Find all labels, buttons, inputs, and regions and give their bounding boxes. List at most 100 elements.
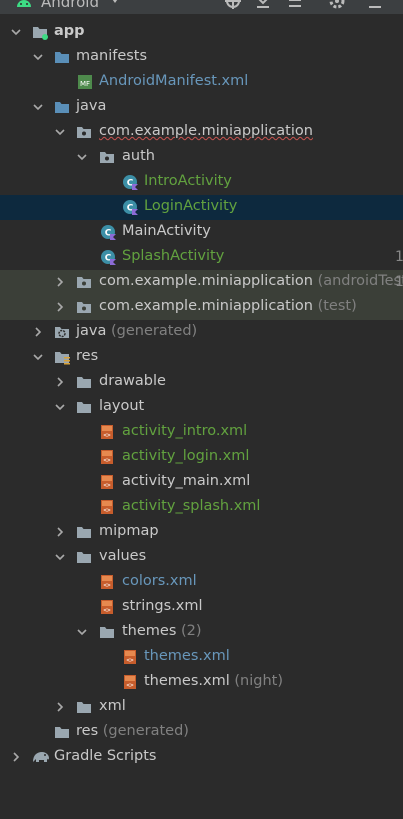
- android-icon: [17, 0, 31, 7]
- tree-label-intro-activity: IntroActivity: [144, 173, 232, 189]
- tree-node-manifests[interactable]: manifests: [0, 45, 403, 70]
- svg-text:<>: <>: [126, 657, 134, 664]
- tree-label-login-activity: LoginActivity: [144, 198, 238, 214]
- tree-label-package-main: com.example.miniapplication: [99, 123, 313, 139]
- tree-node-themes-xml[interactable]: <> themes.xml: [0, 645, 403, 670]
- kotlin-class-icon: C: [101, 250, 116, 265]
- tree-node-mipmap[interactable]: mipmap: [0, 520, 403, 545]
- tree-node-layout[interactable]: layout: [0, 395, 403, 420]
- folder-icon: [77, 402, 91, 413]
- tree-label-activity-splash: activity_splash.xml: [122, 498, 261, 514]
- tree-label-themes-night-xml: themes.xml (night): [144, 673, 283, 689]
- generated-folder-icon: [55, 327, 69, 338]
- tree-node-drawable[interactable]: drawable: [0, 370, 403, 395]
- tree-label-res-generated: res (generated): [76, 723, 189, 739]
- folder-icon: [77, 702, 91, 713]
- tree-label-themes: themes (2): [122, 623, 202, 639]
- tree-node-package-android-test[interactable]: com.example.miniapplication (androidTest…: [0, 270, 403, 295]
- tree-node-app[interactable]: app: [0, 20, 403, 45]
- tree-node-colors[interactable]: <> colors.xml: [0, 570, 403, 595]
- chevron-down-icon[interactable]: [77, 152, 87, 162]
- tree-node-strings[interactable]: <> strings.xml: [0, 595, 403, 620]
- tree-node-res-generated[interactable]: res (generated): [0, 720, 403, 745]
- svg-text:<>: <>: [103, 432, 111, 439]
- svg-text:<>: <>: [103, 507, 111, 514]
- xml-file-icon: <>: [101, 500, 113, 514]
- tree-node-activity-login[interactable]: <> activity_login.xml: [0, 445, 403, 470]
- tree-node-activity-main[interactable]: <> activity_main.xml: [0, 470, 403, 495]
- tree-label-main-activity: MainActivity: [122, 223, 211, 239]
- tree-label-package-android-test: com.example.miniapplication (androidTest: [99, 273, 403, 289]
- tree-label-res: res: [76, 348, 99, 364]
- folder-icon: [77, 527, 91, 538]
- gutter-line-number: 1: [395, 274, 403, 290]
- chevron-right-icon[interactable]: [55, 527, 65, 537]
- tree-label-activity-main: activity_main.xml: [122, 473, 251, 489]
- xml-file-icon: <>: [101, 575, 113, 589]
- chevron-down-icon[interactable]: [55, 127, 65, 137]
- folder-icon: [55, 727, 69, 738]
- chevron-down-icon[interactable]: [110, 0, 120, 3]
- tree-node-xml[interactable]: xml: [0, 695, 403, 720]
- tree-label-xml: xml: [99, 698, 126, 714]
- chevron-right-icon[interactable]: [55, 277, 65, 287]
- package-icon: [77, 127, 91, 138]
- svg-text:<>: <>: [103, 457, 111, 464]
- tree-label-java: java: [76, 98, 107, 114]
- chevron-down-icon[interactable]: [33, 352, 43, 362]
- tree-label-drawable: drawable: [99, 373, 166, 389]
- tree-node-auth[interactable]: auth: [0, 145, 403, 170]
- gutter-line-number: 1: [395, 249, 403, 265]
- svg-text:MF: MF: [80, 80, 90, 88]
- themes-count: (2): [181, 623, 202, 639]
- tree-node-intro-activity[interactable]: C IntroActivity: [0, 170, 403, 195]
- tree-node-package-main[interactable]: com.example.miniapplication: [0, 120, 403, 145]
- tree-node-java[interactable]: java: [0, 95, 403, 120]
- chevron-right-icon[interactable]: [55, 377, 65, 387]
- chevron-down-icon[interactable]: [77, 627, 87, 637]
- tree-label-app: app: [54, 23, 85, 39]
- night-hint: (night): [234, 673, 283, 689]
- chevron-down-icon[interactable]: [33, 52, 43, 62]
- package-icon: [77, 302, 91, 313]
- chevron-right-icon[interactable]: [11, 752, 21, 762]
- tree-label-splash-activity: SplashActivity: [122, 248, 225, 264]
- tree-node-activity-intro[interactable]: <> activity_intro.xml: [0, 420, 403, 445]
- tree-label-colors: colors.xml: [122, 573, 197, 589]
- svg-text:<>: <>: [103, 607, 111, 614]
- tree-node-gradle-scripts[interactable]: Gradle Scripts: [0, 745, 403, 770]
- chevron-right-icon[interactable]: [55, 702, 65, 712]
- tree-node-res[interactable]: res: [0, 345, 403, 370]
- manifest-file-icon: MF: [78, 75, 92, 89]
- tree-node-activity-splash[interactable]: <> activity_splash.xml: [0, 495, 403, 520]
- tree-node-splash-activity[interactable]: C SplashActivity 1: [0, 245, 403, 270]
- chevron-right-icon[interactable]: [33, 327, 43, 337]
- tree-node-themes[interactable]: themes (2): [0, 620, 403, 645]
- chevron-down-icon[interactable]: [55, 552, 65, 562]
- tree-node-main-activity[interactable]: C MainActivity: [0, 220, 403, 245]
- package-icon: [77, 277, 91, 288]
- xml-file-icon: <>: [101, 450, 113, 464]
- tree-node-themes-night-xml[interactable]: <> themes.xml (night): [0, 670, 403, 695]
- chevron-down-icon[interactable]: [33, 102, 43, 112]
- collapse-all-icon[interactable]: [254, 0, 272, 10]
- chevron-right-icon[interactable]: [55, 302, 65, 312]
- tree-node-java-generated[interactable]: java (generated): [0, 320, 403, 345]
- kotlin-class-icon: C: [123, 200, 138, 215]
- tree-node-login-activity[interactable]: C LoginActivity: [0, 195, 403, 220]
- expand-all-icon[interactable]: [286, 0, 304, 10]
- chevron-down-icon[interactable]: [11, 27, 21, 37]
- tree-node-android-manifest[interactable]: MF AndroidManifest.xml: [0, 70, 403, 95]
- folder-icon: [77, 377, 91, 388]
- tree-node-package-test[interactable]: com.example.miniapplication (test): [0, 295, 403, 320]
- chevron-down-icon[interactable]: [55, 402, 65, 412]
- gear-icon[interactable]: [328, 0, 346, 10]
- view-selector-label[interactable]: Android: [41, 0, 99, 11]
- locate-icon[interactable]: [224, 0, 242, 10]
- xml-file-icon: <>: [124, 675, 136, 689]
- module-folder-icon: [33, 27, 48, 40]
- tree-node-values[interactable]: values: [0, 545, 403, 570]
- hide-icon[interactable]: [366, 0, 384, 10]
- xml-file-icon: <>: [101, 425, 113, 439]
- res-generated-hint: (generated): [102, 723, 189, 739]
